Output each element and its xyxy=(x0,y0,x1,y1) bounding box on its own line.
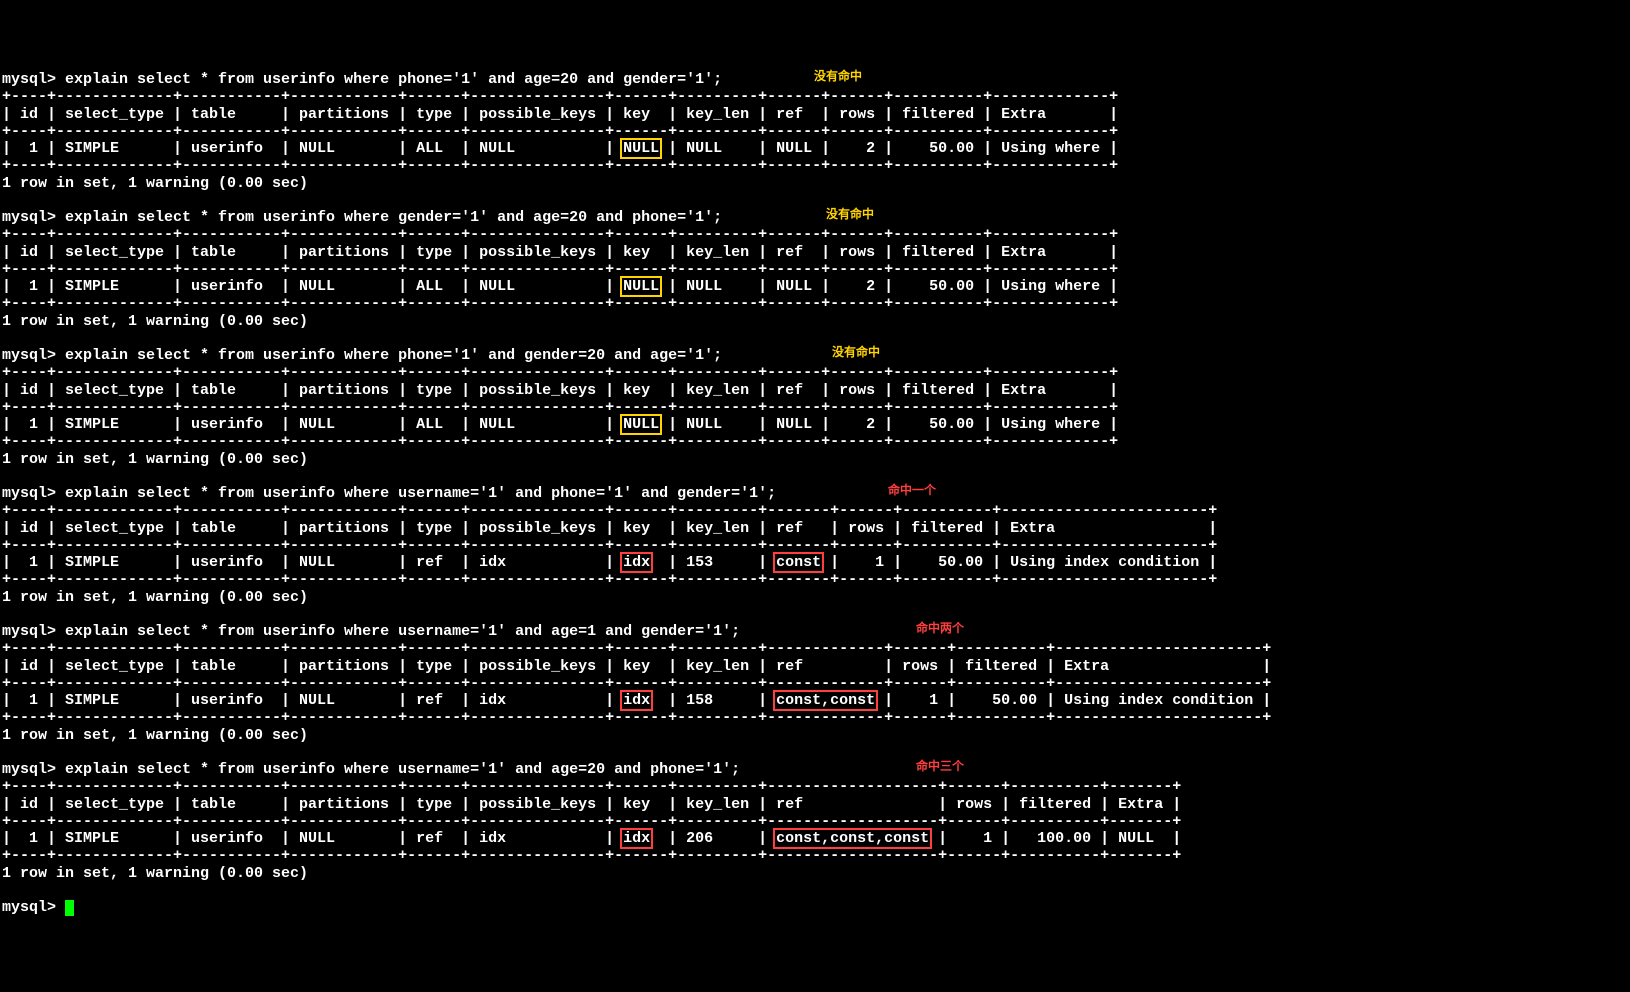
table-border: +----+-------------+-----------+--------… xyxy=(2,709,1630,726)
mysql-prompt: mysql> xyxy=(2,623,65,640)
table-border: +----+-------------+-----------+--------… xyxy=(2,778,1630,795)
sql-query: explain select * from userinfo where pho… xyxy=(65,71,722,88)
blank-line xyxy=(2,606,1630,623)
mysql-prompt: mysql> xyxy=(2,761,65,778)
table-header: | id | select_type | table | partitions … xyxy=(2,658,1630,675)
sql-query-line: mysql> explain select * from userinfo wh… xyxy=(2,347,1630,364)
table-border: +----+-------------+-----------+--------… xyxy=(2,813,1630,830)
result-summary: 1 row in set, 1 warning (0.00 sec) xyxy=(2,727,1630,744)
table-row: | 1 | SIMPLE | userinfo | NULL | ALL | N… xyxy=(2,416,1630,433)
annotation-label: 没有命中 xyxy=(832,347,880,361)
table-row: | 1 | SIMPLE | userinfo | NULL | ALL | N… xyxy=(2,140,1630,157)
mysql-prompt: mysql> xyxy=(2,71,65,88)
cursor xyxy=(65,900,74,916)
table-row: | 1 | SIMPLE | userinfo | NULL | ref | i… xyxy=(2,554,1630,571)
sql-query-line: mysql> explain select * from userinfo wh… xyxy=(2,71,1630,88)
table-border: +----+-------------+-----------+--------… xyxy=(2,640,1630,657)
table-border: +----+-------------+-----------+--------… xyxy=(2,88,1630,105)
result-summary: 1 row in set, 1 warning (0.00 sec) xyxy=(2,865,1630,882)
highlight-box xyxy=(620,414,662,435)
annotation-label: 没有命中 xyxy=(814,71,862,85)
table-border: +----+-------------+-----------+--------… xyxy=(2,261,1630,278)
annotation-label: 没有命中 xyxy=(826,209,874,223)
table-border: +----+-------------+-----------+--------… xyxy=(2,399,1630,416)
mysql-prompt: mysql> xyxy=(2,485,65,502)
table-row: | 1 | SIMPLE | userinfo | NULL | ALL | N… xyxy=(2,278,1630,295)
table-header: | id | select_type | table | partitions … xyxy=(2,520,1630,537)
blank-line xyxy=(2,882,1630,899)
table-row: | 1 | SIMPLE | userinfo | NULL | ref | i… xyxy=(2,692,1630,709)
result-summary: 1 row in set, 1 warning (0.00 sec) xyxy=(2,175,1630,192)
table-border: +----+-------------+-----------+--------… xyxy=(2,295,1630,312)
blank-line xyxy=(2,468,1630,485)
table-border: +----+-------------+-----------+--------… xyxy=(2,123,1630,140)
sql-query: explain select * from userinfo where gen… xyxy=(65,209,722,226)
table-border: +----+-------------+-----------+--------… xyxy=(2,226,1630,243)
table-border: +----+-------------+-----------+--------… xyxy=(2,571,1630,588)
blank-line xyxy=(2,192,1630,209)
table-border: +----+-------------+-----------+--------… xyxy=(2,157,1630,174)
result-summary: 1 row in set, 1 warning (0.00 sec) xyxy=(2,313,1630,330)
highlight-box xyxy=(620,690,653,711)
annotation-label: 命中一个 xyxy=(888,485,936,499)
sql-query: explain select * from userinfo where pho… xyxy=(65,347,722,364)
blank-line xyxy=(2,330,1630,347)
table-header: | id | select_type | table | partitions … xyxy=(2,382,1630,399)
table-border: +----+-------------+-----------+--------… xyxy=(2,502,1630,519)
result-summary: 1 row in set, 1 warning (0.00 sec) xyxy=(2,451,1630,468)
mysql-prompt: mysql> xyxy=(2,899,65,916)
result-summary: 1 row in set, 1 warning (0.00 sec) xyxy=(2,589,1630,606)
highlight-box xyxy=(620,552,653,573)
mysql-terminal: mysql> explain select * from userinfo wh… xyxy=(0,69,1630,916)
sql-query-line: mysql> explain select * from userinfo wh… xyxy=(2,761,1630,778)
table-border: +----+-------------+-----------+--------… xyxy=(2,675,1630,692)
table-border: +----+-------------+-----------+--------… xyxy=(2,433,1630,450)
highlight-box xyxy=(773,690,878,711)
sql-query-line: mysql> explain select * from userinfo wh… xyxy=(2,485,1630,502)
table-header: | id | select_type | table | partitions … xyxy=(2,244,1630,261)
annotation-label: 命中三个 xyxy=(916,761,964,775)
table-row: | 1 | SIMPLE | userinfo | NULL | ref | i… xyxy=(2,830,1630,847)
highlight-box xyxy=(620,138,662,159)
highlight-box xyxy=(773,828,932,849)
sql-query-line: mysql> explain select * from userinfo wh… xyxy=(2,623,1630,640)
mysql-prompt-line[interactable]: mysql> xyxy=(2,899,1630,916)
highlight-box xyxy=(620,828,653,849)
highlight-box xyxy=(773,552,824,573)
table-header: | id | select_type | table | partitions … xyxy=(2,796,1630,813)
sql-query: explain select * from userinfo where use… xyxy=(65,485,776,502)
annotation-label: 命中两个 xyxy=(916,623,964,637)
blank-line xyxy=(2,744,1630,761)
table-border: +----+-------------+-----------+--------… xyxy=(2,537,1630,554)
sql-query-line: mysql> explain select * from userinfo wh… xyxy=(2,209,1630,226)
sql-query: explain select * from userinfo where use… xyxy=(65,623,740,640)
table-border: +----+-------------+-----------+--------… xyxy=(2,847,1630,864)
table-header: | id | select_type | table | partitions … xyxy=(2,106,1630,123)
mysql-prompt: mysql> xyxy=(2,347,65,364)
mysql-prompt: mysql> xyxy=(2,209,65,226)
sql-query: explain select * from userinfo where use… xyxy=(65,761,740,778)
highlight-box xyxy=(620,276,662,297)
table-border: +----+-------------+-----------+--------… xyxy=(2,364,1630,381)
